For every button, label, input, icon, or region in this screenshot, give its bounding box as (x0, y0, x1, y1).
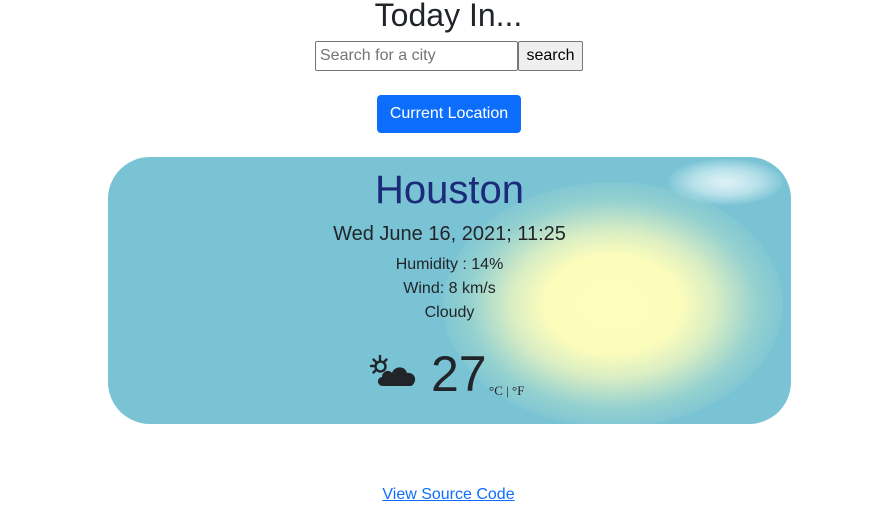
page-title: Today In... (374, 0, 523, 33)
date-time: Wed June 16, 2021; 11:25 (333, 223, 566, 245)
unit-separator: | (506, 383, 509, 398)
view-source-link[interactable]: View Source Code (382, 486, 514, 503)
footer: View Source Code (0, 486, 879, 504)
weather-app: Today In... search Current Location Hous… (0, 0, 879, 520)
search-form: search (315, 41, 583, 71)
current-location-button[interactable]: Current Location (377, 95, 521, 133)
fahrenheit-link[interactable]: °F (512, 383, 524, 398)
humidity-text: Humidity : 14% (395, 256, 504, 273)
city-name: Houston (375, 168, 524, 212)
search-button[interactable]: search (518, 41, 583, 71)
weather-condition: Cloudy (424, 304, 475, 321)
unit-toggle: °C | °F (489, 383, 524, 399)
search-input[interactable] (315, 41, 518, 71)
weather-card: Houston Wed June 16, 2021; 11:25 Humidit… (108, 157, 791, 424)
wind-text: Wind: 8 km/s (403, 280, 496, 297)
celsius-link[interactable]: °C (489, 383, 503, 398)
temperature-value: 27 (431, 346, 487, 402)
partly-cloudy-icon (368, 353, 420, 393)
